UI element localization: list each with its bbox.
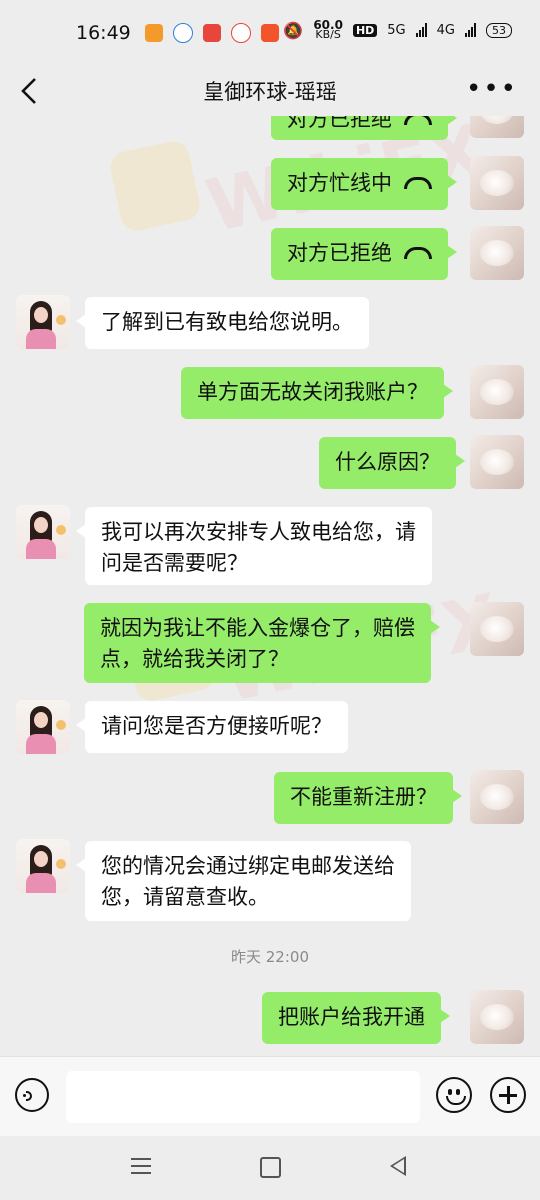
phone-hangup-icon (404, 247, 432, 259)
more-options-button[interactable]: ••• (466, 76, 518, 102)
watermark-logo (107, 138, 203, 234)
signal-4g-icon (465, 23, 476, 37)
emoji-icon[interactable] (436, 1077, 472, 1113)
message-text-line: 您，请留意查收。 (101, 885, 269, 909)
avatar-self[interactable] (470, 435, 524, 489)
avatar-self[interactable] (470, 365, 524, 419)
message-bubble-sent[interactable]: 把账户给我开通 (262, 992, 450, 1044)
system-nav-bar (0, 1136, 540, 1200)
status-time: 16:49 (76, 22, 131, 44)
avatar-contact[interactable] (16, 700, 70, 754)
message-timestamp: 昨天 22:00 (231, 948, 309, 966)
status-bar: 16:49 • 🔕 60.0 KB/S HD 5G 4G 53 (0, 0, 540, 66)
net-speed-unit: KB/S (315, 28, 341, 41)
message-input[interactable] (66, 1071, 420, 1123)
message-bubble-sent[interactable]: 就因为我让不能入金爆仓了，赔偿 点，就给我关闭了？ (84, 603, 440, 683)
avatar-self[interactable] (470, 156, 524, 210)
message-bubble-sent[interactable]: 对方忙线中 (271, 158, 457, 210)
mute-icon: 🔕 (283, 20, 304, 40)
message-bubble-received[interactable]: 了解到已有致电给您说明。 (76, 297, 369, 349)
message-bubble-received[interactable]: 请问您是否方便接听呢？ (76, 701, 348, 753)
message-text-line: 就因为我让不能入金爆仓了，赔偿 (100, 616, 415, 640)
network-5g-label: 5G (387, 22, 406, 38)
message-text: 对方忙线中 (287, 171, 392, 195)
chat-title: 皇御环球-瑶瑶 (203, 80, 337, 104)
avatar-contact[interactable] (16, 505, 70, 559)
message-text-line: 点，就给我关闭了？ (100, 647, 289, 671)
message-text-line: 问是否需要呢？ (101, 551, 248, 575)
hd-badge: HD (352, 23, 378, 37)
avatar-self[interactable] (470, 602, 524, 656)
avatar-self[interactable] (470, 226, 524, 280)
avatar-self[interactable] (470, 770, 524, 824)
voice-input-icon[interactable] (15, 1078, 49, 1112)
message-text: 把账户给我开通 (278, 1005, 425, 1029)
avatar-contact[interactable] (16, 839, 70, 893)
avatar-self[interactable] (470, 116, 524, 138)
message-bubble-sent[interactable]: 什么原因？ (319, 437, 465, 489)
message-bubble-received[interactable]: 您的情况会通过绑定电邮发送给 您，请留意查收。 (76, 841, 411, 921)
chevron-left-icon[interactable] (18, 76, 42, 106)
signal-5g-icon (415, 23, 427, 37)
message-text: 对方已拒绝 (287, 241, 392, 265)
message-bubble-sent[interactable]: 不能重新注册？ (274, 772, 462, 824)
message-text: 不能重新注册？ (290, 785, 437, 809)
message-bubble-received[interactable]: 我可以再次安排专人致电给您，请 问是否需要呢？ (76, 507, 432, 585)
app-notification-icon (172, 23, 193, 43)
message-text: 对方已拒绝 (287, 116, 392, 131)
avatar-contact[interactable] (16, 295, 70, 349)
message-text: 了解到已有致电给您说明。 (101, 310, 353, 334)
battery-indicator: 53 (486, 22, 512, 38)
app-notification-icon (144, 24, 163, 42)
app-notification-icon (230, 23, 251, 43)
network-4g-label: 4G (436, 22, 455, 38)
net-speed: 60.0 KB/S (313, 19, 343, 41)
app-notification-icon (202, 24, 221, 42)
message-bubble-sent[interactable]: 对方已拒绝 (271, 116, 457, 140)
app-notification-icon (260, 24, 279, 42)
home-icon[interactable] (260, 1157, 281, 1178)
message-bubble-sent[interactable]: 对方已拒绝 (271, 228, 457, 280)
message-text: 请问您是否方便接听呢？ (101, 714, 332, 738)
avatar-self[interactable] (470, 990, 524, 1044)
status-right: 🔕 60.0 KB/S HD 5G 4G 53 (283, 19, 512, 41)
message-text-line: 您的情况会通过绑定电邮发送给 (101, 854, 395, 878)
chat-header: 皇御环球-瑶瑶 ••• (0, 66, 540, 116)
message-list[interactable]: WikiFX WikiFX 对方已拒绝 对方忙线中 对方已拒绝 了解到已有致电给… (0, 116, 540, 1056)
message-bubble-sent[interactable]: 单方面无故关闭我账户？ (181, 367, 453, 419)
message-text: 单方面无故关闭我账户？ (197, 380, 428, 404)
recent-apps-icon[interactable] (131, 1158, 151, 1174)
message-text-line: 我可以再次安排专人致电给您，请 (101, 520, 416, 544)
phone-hangup-icon (404, 177, 432, 189)
message-text: 什么原因？ (335, 450, 440, 474)
phone-hangup-icon (404, 116, 432, 125)
chat-input-bar (0, 1056, 540, 1137)
plus-icon[interactable] (490, 1077, 526, 1113)
back-triangle-icon[interactable] (390, 1156, 406, 1176)
